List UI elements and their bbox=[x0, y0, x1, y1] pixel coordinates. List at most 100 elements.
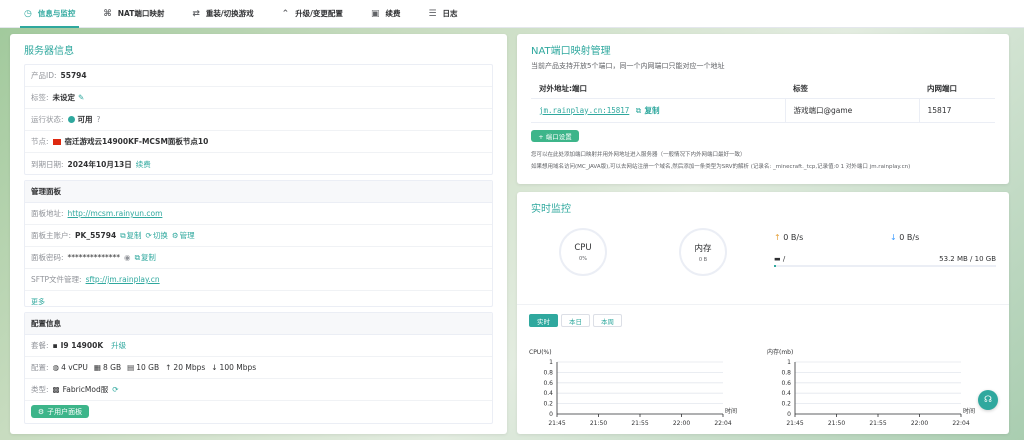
tab-label: NAT端口映射 bbox=[117, 9, 165, 18]
tab-info-monitor[interactable]: ◷ 信息与监控 bbox=[10, 0, 89, 28]
cpu-gauge: CPU 0% bbox=[559, 228, 607, 276]
china-flag-icon bbox=[52, 138, 61, 145]
cpu-gauge-value: 0% bbox=[579, 255, 587, 262]
gear-icon[interactable]: ⚙ bbox=[172, 231, 179, 240]
memory-chart: 内存(mb) 0 0.2 0.4 0.6 0.8 1 21:45 21:50 21:55 22:00… bbox=[767, 348, 975, 427]
tab-bar: ◷ 信息与监控 ⌘ NAT端口映射 ⇄ 重装/切换游戏 ⌃ 升级/变更配置 ▣ … bbox=[0, 0, 1024, 28]
copy-icon[interactable]: ⧉ bbox=[636, 106, 641, 115]
tab-reinstall[interactable]: ⇄ 重装/切换游戏 bbox=[178, 0, 267, 28]
double-chevron-up-icon: ⌃ bbox=[281, 8, 290, 19]
upload-arrow-icon: ↑ bbox=[774, 233, 781, 242]
tag-value: 未设定 bbox=[52, 93, 76, 102]
copy-address-button[interactable]: 复制 bbox=[644, 106, 659, 115]
x-axis-label: 时间 bbox=[963, 407, 975, 415]
panel-password-row: 面板密码: ************** ◉ ⧉ 复制 bbox=[25, 247, 492, 269]
headset-icon: ☊ bbox=[984, 395, 992, 405]
gear-icon: ⚙ bbox=[37, 407, 45, 416]
status-row: 运行状态: 可用 ? bbox=[25, 109, 492, 131]
node-value: 宿迁游戏云14900KF-MCSM面板节点10 bbox=[64, 137, 209, 146]
copy-icon[interactable]: ⧉ bbox=[120, 231, 125, 241]
panel-section: 管理面板 面板地址: http://mcsm.rainyun.com 面板主账户… bbox=[24, 180, 493, 307]
node-label: 节点: bbox=[31, 137, 49, 146]
x-tick-label: 21:45 bbox=[786, 420, 803, 427]
disk-usage-fill bbox=[774, 265, 776, 267]
chart-title: 内存(mb) bbox=[767, 348, 793, 356]
tab-nat[interactable]: ⌘ NAT端口映射 bbox=[89, 0, 178, 28]
config-section-title: 配置信息 bbox=[25, 313, 492, 335]
panel-url-link[interactable]: http://mcsm.rainyun.com bbox=[68, 209, 163, 218]
y-tick-label: 0.4 bbox=[781, 390, 791, 397]
eye-icon[interactable]: ◉ bbox=[124, 253, 131, 262]
sub-user-panel-button[interactable]: ⚙ 子用户面板 bbox=[31, 405, 89, 418]
y-tick-label: 0.6 bbox=[781, 380, 791, 387]
copy-password-button[interactable]: 复制 bbox=[141, 252, 156, 263]
y-tick-label: 0.2 bbox=[781, 401, 791, 408]
tab-label: 信息与监控 bbox=[37, 9, 76, 18]
sftp-link[interactable]: sftp://jm.rainplay.cn bbox=[86, 275, 160, 284]
cpu-icon: ◍ bbox=[52, 363, 60, 372]
nat-address-link[interactable]: jm.rainplay.cn:15817 bbox=[539, 106, 629, 115]
x-tick-label: 22:04 bbox=[952, 420, 969, 427]
expire-row: 到期日期: 2024年10月13日 续费 bbox=[25, 153, 492, 175]
header-port: 内网端口 bbox=[919, 80, 995, 99]
game-icon: ▩ bbox=[52, 385, 60, 394]
x-tick-label: 21:55 bbox=[631, 420, 648, 427]
switch-account-button[interactable]: 切换 bbox=[153, 230, 168, 241]
type-label: 类型: bbox=[31, 385, 49, 394]
status-value: 可用 bbox=[77, 115, 93, 124]
customer-service-button[interactable]: ☊ bbox=[978, 390, 998, 410]
renew-link[interactable]: 续费 bbox=[136, 159, 151, 170]
tab-label: 续费 bbox=[385, 9, 401, 18]
range-selector: 实时 本日 本周 bbox=[529, 314, 625, 327]
refresh-icon[interactable]: ⟳ bbox=[112, 385, 118, 394]
plan-row: 套餐: ▪ I9 14900K 升级 bbox=[25, 335, 492, 357]
spec-up: 20 Mbps bbox=[173, 363, 206, 372]
nat-title: NAT端口映射管理 bbox=[531, 46, 611, 57]
node-row: 节点: 宿迁游戏云14900KF-MCSM面板节点10 bbox=[25, 131, 492, 153]
monitor-title: 实时监控 bbox=[531, 204, 571, 215]
cpu-gauge-label: CPU bbox=[574, 242, 592, 253]
edit-icon[interactable]: ✎ bbox=[78, 93, 84, 102]
spec-down: 100 Mbps bbox=[219, 363, 257, 372]
copy-account-button[interactable]: 复制 bbox=[127, 230, 142, 241]
tab-renew[interactable]: ▣ 续费 bbox=[357, 0, 415, 28]
memory-gauge: 内存 0 B bbox=[679, 228, 727, 276]
tag-row: 标签: 未设定 ✎ bbox=[25, 87, 492, 109]
tag-label: 标签: bbox=[31, 93, 49, 102]
range-week[interactable]: 本周 bbox=[593, 314, 622, 327]
product-id-value: 55794 bbox=[60, 71, 87, 80]
tab-logs[interactable]: ☰ 日志 bbox=[414, 0, 471, 28]
copy-icon[interactable]: ⧉ bbox=[135, 253, 140, 263]
download-rate-value: 0 B/s bbox=[899, 233, 920, 242]
disk-usage-value: 53.2 MB / 10 GB bbox=[939, 255, 996, 263]
range-realtime[interactable]: 实时 bbox=[529, 314, 558, 327]
panel-account-value: PK_55794 bbox=[75, 231, 117, 240]
network-icon: ⌘ bbox=[103, 8, 112, 19]
x-tick-label: 22:00 bbox=[911, 420, 928, 427]
more-link[interactable]: 更多 bbox=[31, 297, 45, 307]
nat-port-cell: 15817 bbox=[919, 98, 995, 123]
manage-account-button[interactable]: 管理 bbox=[180, 230, 195, 241]
upgrade-link[interactable]: 升级 bbox=[111, 340, 126, 351]
add-port-button[interactable]: + 端口设置 bbox=[531, 130, 579, 142]
tab-upgrade[interactable]: ⌃ 升级/变更配置 bbox=[268, 0, 357, 28]
help-icon[interactable]: ? bbox=[97, 115, 101, 124]
range-today[interactable]: 本日 bbox=[561, 314, 590, 327]
refresh-icon[interactable]: ⟳ bbox=[146, 231, 152, 240]
spec-cpu: 4 vCPU bbox=[61, 363, 88, 372]
plan-value: I9 14900K bbox=[60, 341, 104, 350]
disk-icon: ▬ bbox=[774, 255, 781, 263]
disk-usage: ▬ / 53.2 MB / 10 GB bbox=[774, 255, 996, 267]
product-id-label: 产品ID: bbox=[31, 71, 57, 80]
chart-title: CPU(%) bbox=[529, 349, 552, 356]
x-tick-label: 21:45 bbox=[548, 420, 565, 427]
y-tick-label: 0.8 bbox=[781, 369, 791, 376]
y-tick-label: 1 bbox=[549, 359, 553, 366]
nat-table-header: 对外地址:端口 标签 内网端口 bbox=[531, 80, 995, 99]
cpu-chart: CPU(%) 0 0.2 0.4 0.6 0.8 1 21:45 21:50 21:55 22:00… bbox=[529, 349, 737, 427]
cpu-chip-icon: ▪ bbox=[52, 341, 58, 350]
memory-gauge-label: 内存 bbox=[694, 243, 712, 254]
panel-password-label: 面板密码: bbox=[31, 253, 64, 262]
y-tick-label: 0.6 bbox=[543, 380, 553, 387]
sftp-row: SFTP文件管理: sftp://jm.rainplay.cn bbox=[25, 269, 492, 291]
